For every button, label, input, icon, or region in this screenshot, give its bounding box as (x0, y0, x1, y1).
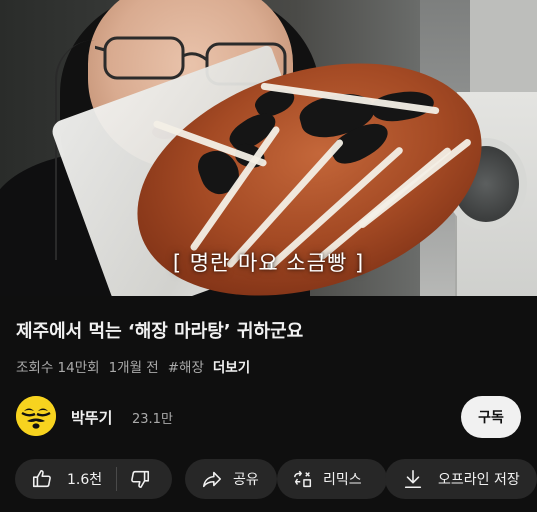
download-label: 오프라인 저장 (438, 472, 520, 488)
channel-row: 박뚜기 23.1만 구독 (16, 396, 521, 438)
avatar[interactable] (16, 396, 56, 436)
like-divider (116, 467, 118, 491)
upload-age: 1개월 전 (108, 360, 159, 376)
view-count: 조회수 14만회 (16, 360, 100, 376)
thumbs-down-icon (131, 470, 150, 489)
subscriber-count: 23.1만 (132, 412, 173, 427)
channel-name[interactable]: 박뚜기 (71, 407, 112, 428)
video-meta[interactable]: 조회수 14만회 1개월 전 #해장 더보기 (16, 356, 250, 376)
like-count: 1.6천 (67, 472, 103, 488)
thumbs-up-icon (32, 469, 51, 488)
remix-button[interactable]: 리믹스 (277, 459, 387, 499)
share-button[interactable]: 공유 (185, 459, 277, 499)
hashtag-link[interactable]: #해장 (168, 356, 204, 376)
avatar-face-icon (16, 396, 56, 436)
share-label: 공유 (233, 472, 259, 488)
download-button[interactable]: 오프라인 저장 (385, 459, 537, 499)
subscribe-button[interactable]: 구독 (461, 396, 521, 438)
video-caption: [ 명란 마요 소금빵 ] (172, 251, 365, 275)
more-button[interactable]: 더보기 (213, 356, 250, 376)
share-arrow-icon (202, 471, 222, 488)
remix-label: 리믹스 (323, 472, 362, 488)
dislike-button[interactable] (129, 468, 151, 490)
remix-icon (294, 470, 312, 488)
background-panel (470, 0, 537, 100)
download-icon (404, 469, 422, 489)
like-button[interactable]: 1.6천 (31, 468, 102, 490)
like-dislike-group: 1.6천 (15, 459, 172, 499)
video-player[interactable]: [ 명란 마요 소금빵 ] (0, 0, 537, 296)
video-title[interactable]: 제주에서 먹는 ‘해장 마라탕’ 귀하군요 (16, 317, 303, 343)
